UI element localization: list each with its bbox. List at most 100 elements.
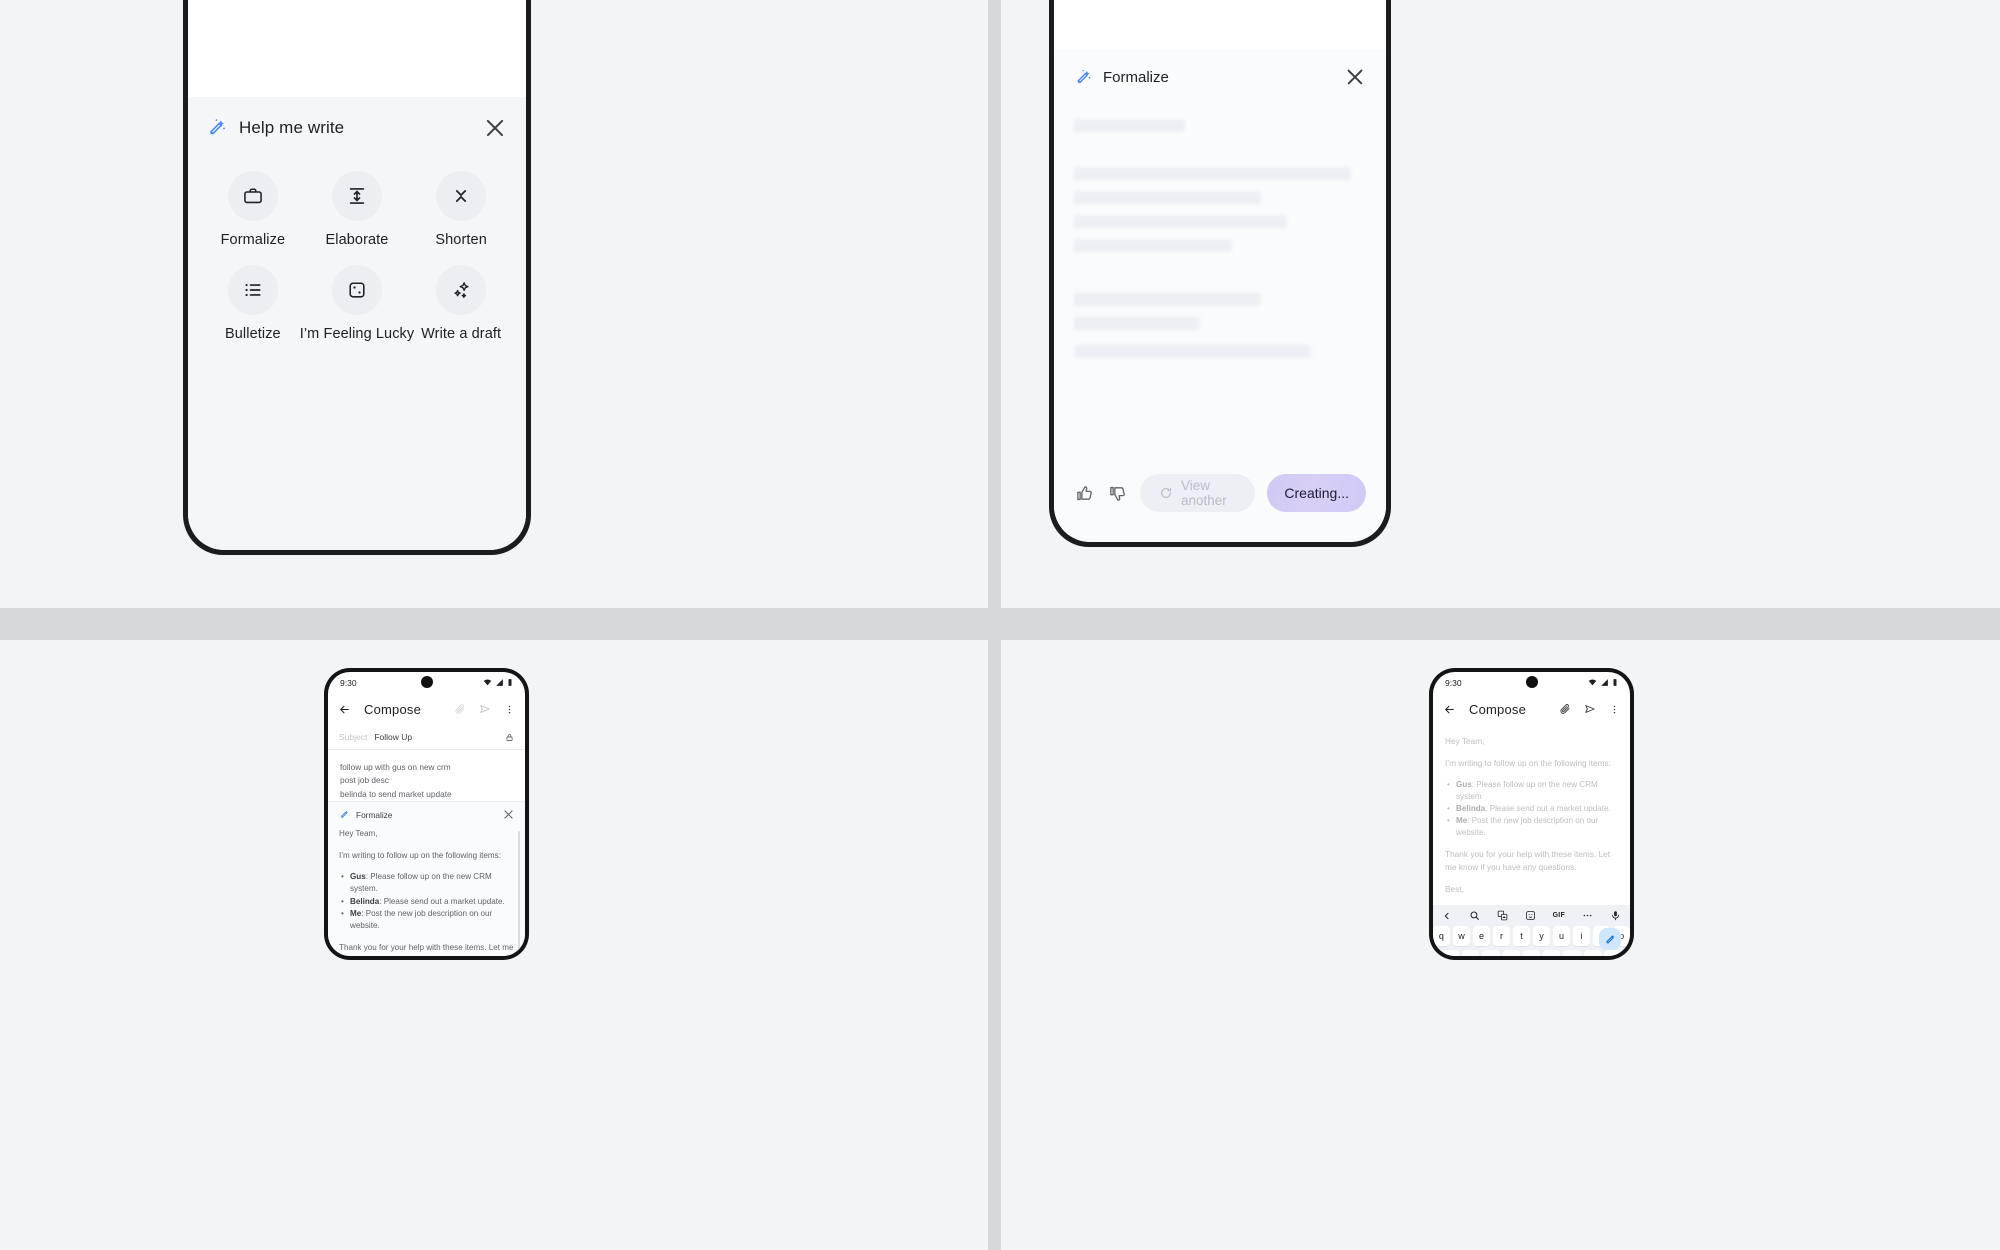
view-another-button[interactable]: View another bbox=[1140, 474, 1256, 512]
scrollbar[interactable] bbox=[518, 831, 520, 950]
keyboard-row-2: a s d f g h j k l bbox=[1433, 950, 1630, 956]
close-icon[interactable] bbox=[482, 115, 508, 141]
option-formalize[interactable]: Formalize bbox=[206, 171, 300, 248]
magic-wand-icon bbox=[206, 117, 228, 139]
key[interactable]: j bbox=[1563, 950, 1581, 956]
subject-placeholder: Subject bbox=[339, 732, 368, 742]
draft-body[interactable]: follow up with gus on new crm post job d… bbox=[328, 750, 525, 801]
signal-icon bbox=[1601, 679, 1608, 686]
wifi-icon bbox=[483, 679, 492, 686]
more-vert-icon[interactable] bbox=[504, 704, 515, 715]
gif-icon[interactable]: GIF bbox=[1553, 912, 1566, 919]
battery-icon bbox=[508, 679, 512, 686]
dice-icon bbox=[332, 265, 382, 315]
list-item: Belinda: Please send out a market update… bbox=[1445, 803, 1618, 815]
key[interactable]: f bbox=[1502, 950, 1520, 956]
key[interactable]: k bbox=[1583, 950, 1601, 956]
bullet-text: : Post the new job description on our we… bbox=[350, 908, 493, 931]
key[interactable]: t bbox=[1513, 926, 1530, 946]
compose-blank-area bbox=[188, 0, 526, 97]
key[interactable]: r bbox=[1493, 926, 1510, 946]
status-bar: 9:30 bbox=[1433, 672, 1630, 693]
bullet-text: : Please send out a market update. bbox=[1485, 804, 1611, 813]
mic-icon[interactable] bbox=[1610, 910, 1621, 921]
result-intro: I’m writing to follow up on the followin… bbox=[339, 851, 501, 861]
close-icon[interactable] bbox=[503, 809, 514, 820]
back-arrow-icon[interactable] bbox=[1443, 703, 1456, 716]
key[interactable]: l bbox=[1603, 950, 1622, 956]
key[interactable]: q bbox=[1433, 926, 1450, 946]
key[interactable]: h bbox=[1543, 950, 1561, 956]
camera-punch-hole bbox=[1525, 676, 1538, 688]
draft-line: belinda to send market update bbox=[340, 788, 452, 799]
battery-icon bbox=[1613, 679, 1617, 686]
body-greeting: Hey Team, bbox=[1445, 736, 1485, 746]
thumb-down-icon[interactable] bbox=[1107, 483, 1128, 504]
help-me-write-fab[interactable] bbox=[1599, 928, 1621, 950]
key[interactable]: d bbox=[1482, 950, 1500, 956]
key[interactable]: g bbox=[1522, 950, 1541, 956]
close-icon[interactable] bbox=[1344, 66, 1366, 88]
key[interactable]: u bbox=[1553, 926, 1570, 946]
formalize-header: Formalize bbox=[1074, 49, 1366, 105]
help-me-write-options-grid: Formalize Elaborate Shorten Bulletize I’… bbox=[206, 171, 508, 342]
briefcase-icon bbox=[227, 171, 278, 221]
magic-wand-icon bbox=[1074, 68, 1093, 87]
help-me-write-title: Help me write bbox=[239, 118, 345, 137]
more-horiz-icon[interactable] bbox=[1582, 910, 1593, 921]
attachment-icon[interactable] bbox=[454, 703, 466, 715]
key[interactable]: i bbox=[1573, 926, 1590, 946]
result-card-header: Formalize bbox=[339, 802, 514, 827]
lock-icon[interactable] bbox=[505, 733, 514, 742]
vertical-divider-bottom bbox=[988, 640, 1001, 1250]
key[interactable]: y bbox=[1533, 926, 1550, 946]
key[interactable]: w bbox=[1453, 926, 1470, 946]
formalize-title: Formalize bbox=[1103, 68, 1169, 86]
send-icon[interactable] bbox=[479, 703, 491, 715]
skeleton-line bbox=[1074, 215, 1288, 228]
more-vert-icon[interactable] bbox=[1609, 704, 1620, 715]
subject-field[interactable]: Subject Follow Up bbox=[328, 725, 525, 750]
help-me-write-header: Help me write bbox=[206, 97, 508, 159]
phone-screen-compose-keyboard: 9:30 Compose Hey Team, I’m writing to fo… bbox=[1433, 672, 1630, 956]
option-shorten[interactable]: Shorten bbox=[414, 171, 508, 248]
thumb-up-icon[interactable] bbox=[1074, 483, 1095, 504]
phone-screen-compose-result: 9:30 Compose Subject Follow Up follow up… bbox=[328, 672, 525, 956]
creating-label: Creating... bbox=[1284, 485, 1349, 501]
list-item: Me: Post the new job description on our … bbox=[1445, 815, 1618, 839]
status-indicators bbox=[483, 678, 513, 687]
option-label: Shorten bbox=[435, 232, 487, 248]
generating-skeleton bbox=[1074, 105, 1366, 458]
attachment-icon[interactable] bbox=[1559, 703, 1571, 715]
magic-wand-icon bbox=[339, 809, 350, 820]
key[interactable]: s bbox=[1462, 950, 1480, 956]
body-bullet-list: Gus: Please follow up on the new CRM sys… bbox=[1445, 779, 1618, 839]
translate-icon[interactable] bbox=[1497, 910, 1508, 921]
compose-body[interactable]: Hey Team, I’m writing to follow up on th… bbox=[1433, 725, 1630, 905]
key[interactable]: a bbox=[1441, 950, 1460, 956]
option-bulletize[interactable]: Bulletize bbox=[206, 265, 300, 342]
screenshot-canvas: Help me write Formalize Elaborate Shorte… bbox=[0, 0, 2000, 1250]
send-icon[interactable] bbox=[1584, 703, 1596, 715]
chevron-left-icon[interactable] bbox=[1442, 911, 1452, 921]
keyboard-toolbar: GIF bbox=[1433, 905, 1630, 926]
body-intro: I’m writing to follow up on the followin… bbox=[1445, 758, 1612, 768]
skeleton-line bbox=[1074, 293, 1261, 306]
creating-button[interactable]: Creating... bbox=[1267, 474, 1366, 512]
bullet-name: Me bbox=[350, 908, 362, 918]
status-bar: 9:30 bbox=[328, 672, 525, 693]
bullet-name: Belinda bbox=[350, 896, 380, 906]
key[interactable]: e bbox=[1473, 926, 1490, 946]
back-arrow-icon[interactable] bbox=[338, 703, 351, 716]
search-icon[interactable] bbox=[1469, 910, 1480, 921]
option-im-feeling-lucky[interactable]: I’m Feeling Lucky bbox=[300, 265, 415, 342]
phone-compose-keyboard: 9:30 Compose Hey Team, I’m writing to fo… bbox=[1429, 668, 1634, 960]
option-write-a-draft[interactable]: Write a draft bbox=[414, 265, 508, 342]
sticker-icon[interactable] bbox=[1525, 910, 1536, 921]
bulleted-list-icon bbox=[227, 265, 278, 315]
formalize-actions: View another Creating... bbox=[1074, 458, 1366, 542]
result-card-body: Hey Team, I’m writing to follow up on th… bbox=[339, 827, 520, 956]
vertical-divider-top bbox=[988, 0, 1001, 608]
option-elaborate[interactable]: Elaborate bbox=[300, 171, 415, 248]
result-greeting: Hey Team, bbox=[339, 829, 378, 839]
